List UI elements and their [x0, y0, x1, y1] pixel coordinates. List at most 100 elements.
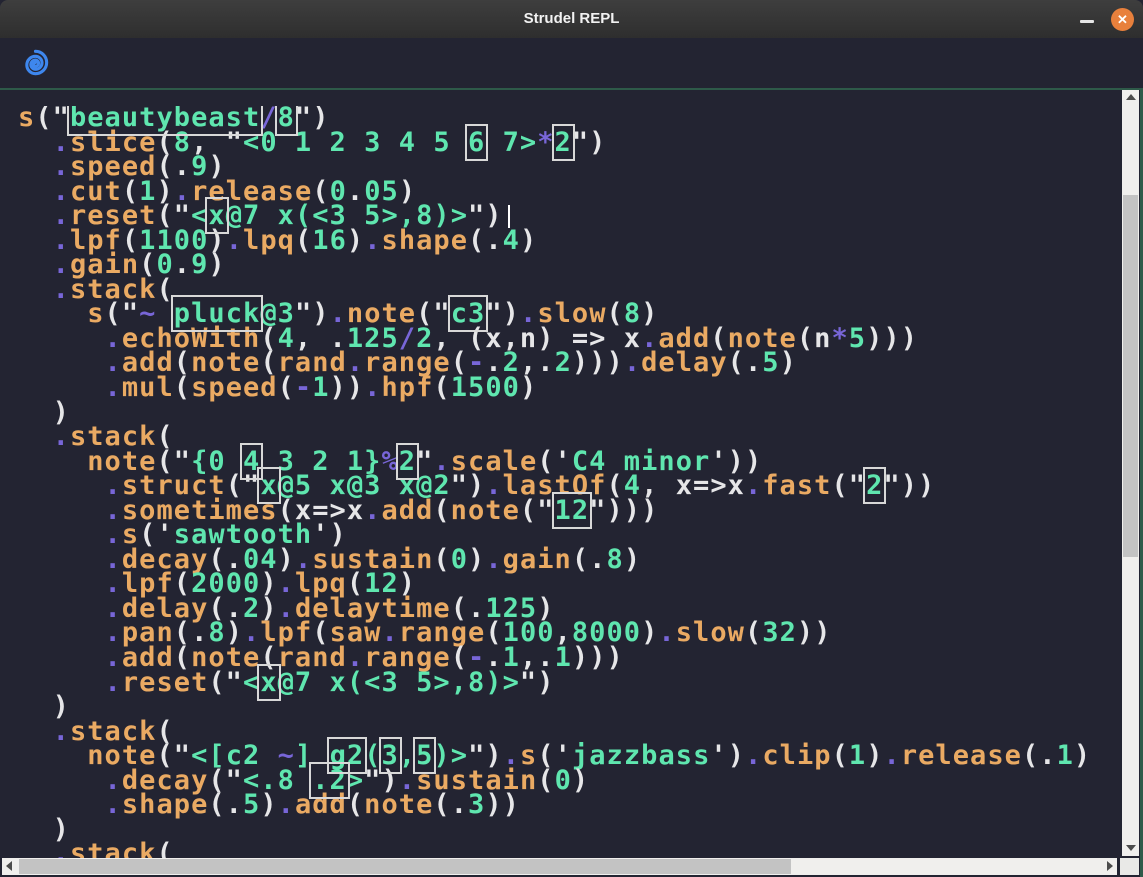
code-token[interactable]: ))) [866, 323, 918, 354]
code-token[interactable]: . [658, 617, 675, 648]
code-token[interactable]: 5 [849, 323, 866, 354]
code-token[interactable]: fast [762, 470, 831, 501]
code-editor[interactable]: s("beautybeast/8") .slice(8, "<0 1 2 3 4… [0, 88, 1143, 877]
code-token[interactable]: ) [260, 789, 277, 820]
code-token[interactable]: . [226, 225, 243, 256]
code-token[interactable]: ) [520, 225, 537, 256]
code-token[interactable]: . [624, 347, 641, 378]
code-line[interactable]: ) [18, 695, 1116, 720]
scroll-right-button[interactable] [1101, 858, 1117, 875]
code-token[interactable]: <0 1 2 3 4 5 [243, 127, 468, 158]
highlighted-token[interactable]: 2 [555, 127, 572, 158]
code-token[interactable]: )) [330, 372, 365, 403]
code-token[interactable]: jazzbass [572, 740, 710, 771]
code-line[interactable]: .mul(speed(-1)).hpf(1500) [18, 376, 1116, 401]
code-token[interactable]: @7 x(<3 5>,8)> [278, 667, 520, 698]
code-token[interactable]: clip [762, 740, 831, 771]
strudel-spiral-logo-icon[interactable] [20, 47, 51, 78]
code-token[interactable]: 1 [1057, 740, 1074, 771]
code-token[interactable]: ( [433, 372, 450, 403]
code-token[interactable]: speed [191, 372, 278, 403]
code-token[interactable]: ") [572, 127, 607, 158]
code-token[interactable]: (. [1022, 740, 1057, 771]
code-token[interactable]: (. [433, 789, 468, 820]
code-token[interactable]: ( [174, 372, 191, 403]
scroll-down-button[interactable] [1122, 841, 1139, 856]
code-token[interactable]: ( [745, 617, 762, 648]
code-token[interactable]: 9 [191, 249, 208, 280]
highlighted-token[interactable]: 2 [866, 470, 883, 501]
code-token[interactable]: 16 [312, 225, 347, 256]
code-token[interactable]: . [537, 347, 554, 378]
code-token[interactable]: - [295, 372, 312, 403]
code-token[interactable]: ( [797, 323, 814, 354]
code-token[interactable]: ) [866, 740, 883, 771]
code-line[interactable]: ) [18, 818, 1116, 843]
close-button[interactable]: ✕ [1111, 8, 1134, 31]
code-token[interactable]: (" [520, 495, 555, 526]
code-token[interactable]: mul [122, 372, 174, 403]
code-token[interactable]: 7> [485, 127, 537, 158]
code-token[interactable]: ) [1074, 740, 1091, 771]
code-token[interactable]: ) [641, 617, 658, 648]
scroll-up-button[interactable] [1122, 90, 1139, 105]
code-token[interactable]: 1 [849, 740, 866, 771]
code-token[interactable]: ( [433, 495, 450, 526]
code-token[interactable]: * [831, 323, 848, 354]
code-token[interactable]: 3 [468, 789, 485, 820]
code-token[interactable]: . [485, 544, 502, 575]
code-token[interactable]: ) [572, 765, 589, 796]
code-token[interactable]: . [278, 789, 295, 820]
code-token[interactable]: shape [382, 225, 469, 256]
code-token[interactable]: 5 [243, 789, 260, 820]
vertical-scrollbar[interactable] [1122, 90, 1139, 856]
code-token[interactable]: ( [347, 789, 364, 820]
code-token[interactable]: note [451, 495, 520, 526]
code-line[interactable]: .reset("<x@7 x(<3 5>,8)>") [18, 671, 1116, 696]
code-token[interactable]: ( [433, 544, 450, 575]
code-token[interactable]: 1500 [451, 372, 520, 403]
minimize-button[interactable] [1077, 12, 1099, 28]
code-line[interactable]: .shape(.5).add(note(.3)) [18, 793, 1116, 818]
code-area[interactable]: s("beautybeast/8") .slice(8, "<0 1 2 3 4… [18, 106, 1116, 877]
code-token[interactable]: ) [780, 347, 797, 378]
code-token[interactable]: ') [710, 740, 745, 771]
code-token[interactable]: (. [728, 347, 763, 378]
code-token[interactable]: 4 [503, 225, 520, 256]
code-token[interactable]: (. [208, 789, 243, 820]
code-token[interactable]: 5 [762, 347, 779, 378]
code-token[interactable]: add [295, 789, 347, 820]
code-token[interactable]: * [537, 127, 554, 158]
code-token[interactable]: ")) [883, 470, 935, 501]
highlighted-token[interactable]: x [260, 667, 277, 698]
code-token[interactable]: 1 [555, 642, 572, 673]
code-token[interactable]: . [105, 789, 122, 820]
code-token[interactable]: slow [676, 617, 745, 648]
code-token[interactable]: 0 [555, 765, 572, 796]
code-token[interactable]: ))) [572, 347, 624, 378]
code-token[interactable]: ) [520, 372, 537, 403]
code-token[interactable]: )) [485, 789, 520, 820]
titlebar[interactable]: Strudel REPL ✕ [0, 0, 1143, 38]
code-token[interactable]: 32 [762, 617, 797, 648]
code-token[interactable]: . [105, 372, 122, 403]
code-token[interactable]: ) [208, 249, 225, 280]
code-token[interactable]: . [105, 667, 122, 698]
code-token[interactable]: 1 [312, 372, 329, 403]
code-token[interactable]: delay [641, 347, 728, 378]
code-token[interactable]: add [381, 495, 433, 526]
code-token[interactable]: ( [278, 372, 295, 403]
code-line[interactable]: ) [18, 401, 1116, 426]
code-token[interactable]: gain [503, 544, 572, 575]
code-line[interactable]: .gain(0.9) [18, 253, 1116, 278]
code-token[interactable]: ) [347, 225, 364, 256]
code-token[interactable]: hpf [381, 372, 433, 403]
code-token[interactable]: . [364, 495, 381, 526]
vertical-scrollbar-thumb[interactable] [1123, 195, 1138, 557]
code-token[interactable]: ( [832, 740, 849, 771]
highlighted-token[interactable]: 12 [555, 495, 590, 526]
code-token[interactable]: 0 [451, 544, 468, 575]
code-token[interactable]: . [745, 470, 762, 501]
code-token[interactable]: lpq [243, 225, 295, 256]
scroll-left-button[interactable] [2, 858, 18, 875]
